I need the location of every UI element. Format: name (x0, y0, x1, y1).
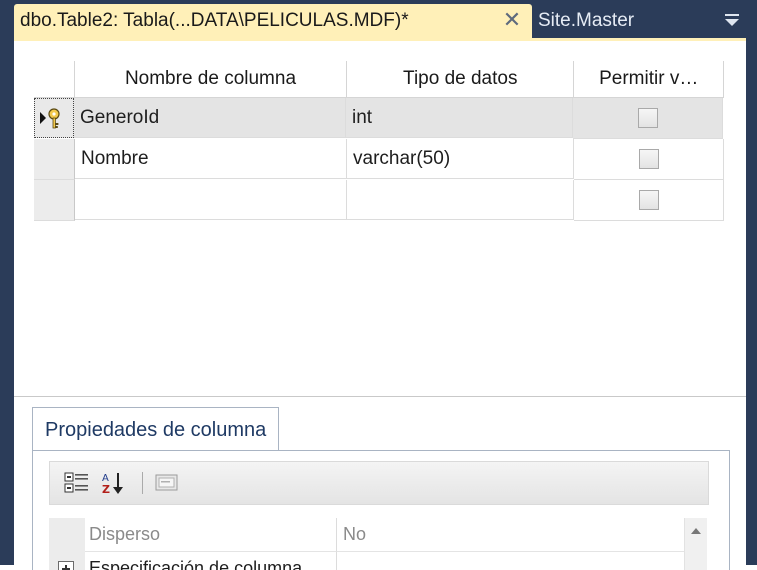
scroll-up-icon[interactable] (691, 528, 701, 534)
table-row[interactable] (34, 180, 724, 221)
property-pages-icon[interactable] (154, 470, 180, 496)
allow-nulls-checkbox[interactable] (637, 108, 658, 128)
header-data-type[interactable]: Tipo de datos (347, 61, 575, 98)
property-gutter (49, 518, 85, 552)
allow-nulls-checkbox[interactable] (638, 190, 659, 210)
table-row[interactable]: GeneroId int (34, 98, 724, 139)
close-icon[interactable]: ✕ (502, 9, 522, 31)
svg-text:Z: Z (102, 483, 110, 496)
property-name: Disperso (85, 518, 337, 552)
property-name: Especificación de columna (85, 552, 337, 570)
header-column-name[interactable]: Nombre de columna (74, 61, 348, 98)
properties-body: A Z Disperso No Especificación de column… (32, 450, 730, 570)
cell-data-type[interactable] (347, 180, 574, 220)
header-allow-nulls[interactable]: Permitir v… (574, 61, 724, 98)
tab-table-designer[interactable]: dbo.Table2: Tabla(...DATA\PELICULAS.MDF)… (14, 4, 532, 38)
document-tab-strip: dbo.Table2: Tabla(...DATA\PELICULAS.MDF)… (0, 0, 757, 38)
table-row[interactable]: Nombre varchar(50) (34, 139, 724, 180)
tab-site-master[interactable]: Site.Master (532, 4, 697, 38)
property-gutter (49, 552, 85, 570)
property-row[interactable]: Disperso No (49, 518, 707, 552)
property-value[interactable]: No (337, 518, 707, 552)
tab-table-designer-label: dbo.Table2: Tabla(...DATA\PELICULAS.MDF)… (20, 10, 409, 31)
row-selector[interactable] (34, 139, 75, 180)
tab-column-properties[interactable]: Propiedades de columna (32, 407, 280, 452)
dropdown-menu-icon[interactable] (718, 6, 746, 34)
grid-header-row: Nombre de columna Tipo de datos Permitir… (34, 61, 724, 98)
cell-column-name[interactable]: GeneroId (74, 98, 346, 138)
editor-frame: dbo.Table2: Tabla(...DATA\PELICULAS.MDF)… (0, 0, 757, 570)
row-selector[interactable] (34, 98, 74, 138)
properties-toolbar: A Z (49, 461, 709, 505)
column-properties-panel: Propiedades de columna A Z Disperso No E… (14, 396, 746, 570)
property-row[interactable]: Especificación de columna (49, 552, 707, 570)
cell-allow-nulls (574, 139, 724, 180)
table-designer: Nombre de columna Tipo de datos Permitir… (14, 38, 746, 570)
property-value[interactable] (337, 552, 707, 570)
categorized-view-icon[interactable] (64, 470, 90, 496)
primary-key-icon (48, 108, 60, 129)
property-grid: Disperso No Especificación de columna (49, 518, 707, 570)
cell-column-name[interactable] (75, 180, 347, 220)
cell-allow-nulls (574, 180, 724, 221)
property-scrollbar[interactable] (684, 518, 707, 570)
cell-data-type[interactable]: varchar(50) (347, 139, 574, 179)
sort-alphabetical-icon[interactable]: A Z (100, 470, 126, 496)
cell-column-name[interactable]: Nombre (75, 139, 347, 179)
cell-allow-nulls (573, 98, 723, 139)
tab-site-master-label: Site.Master (538, 10, 635, 31)
row-pointer-icon (40, 112, 46, 124)
allow-nulls-checkbox[interactable] (638, 149, 659, 169)
column-grid: Nombre de columna Tipo de datos Permitir… (34, 61, 724, 221)
cell-data-type[interactable]: int (346, 98, 573, 138)
expand-plus-icon[interactable] (58, 561, 74, 570)
row-header-corner (34, 61, 75, 98)
row-selector[interactable] (34, 180, 75, 221)
toolbar-separator (142, 472, 143, 494)
